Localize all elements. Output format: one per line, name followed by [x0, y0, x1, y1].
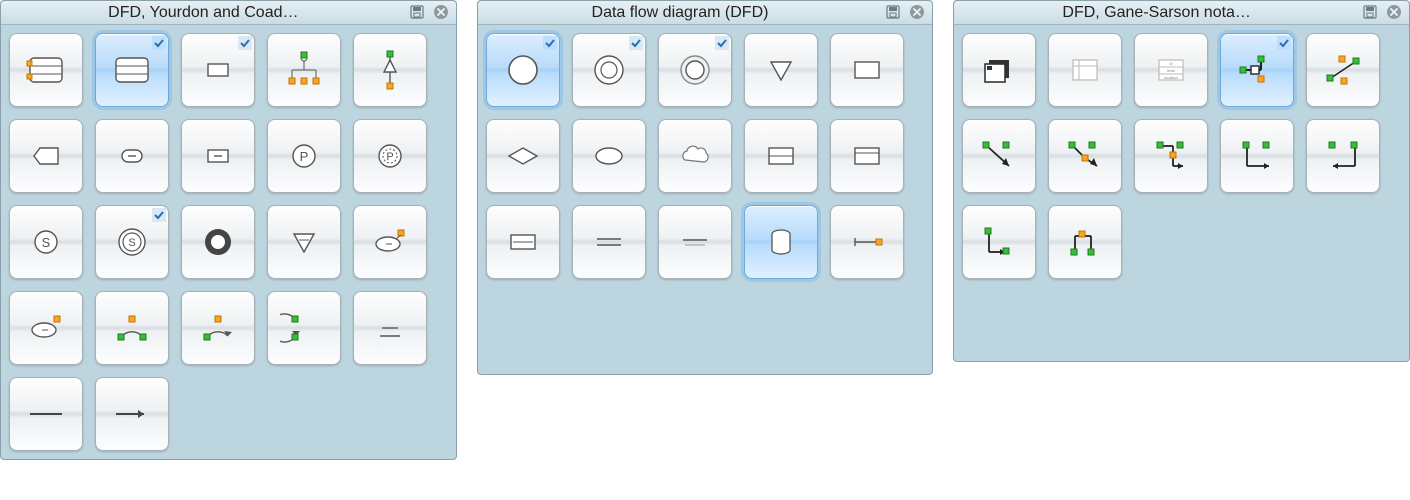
svg-text:level: level [1167, 68, 1175, 73]
double-line-button[interactable] [572, 205, 646, 279]
check-icon [1277, 36, 1291, 50]
conn-f-button[interactable] [962, 205, 1036, 279]
panel-header: DFD, Gane-Sarson nota… [954, 1, 1409, 25]
panel-header: DFD, Yourdon and Coad… [1, 1, 456, 25]
panel-title: DFD, Yourdon and Coad… [1, 4, 456, 22]
panel-yourdon-coad: DFD, Yourdon and Coad… [0, 0, 457, 460]
panel-actions [1361, 3, 1403, 21]
conn-b-button[interactable] [1048, 119, 1122, 193]
arc-handles-c-button[interactable] [267, 291, 341, 365]
conn-e-button[interactable] [1306, 119, 1380, 193]
triangle-line-shape-button[interactable] [353, 33, 427, 107]
save-icon[interactable] [884, 3, 902, 21]
panel-actions [884, 3, 926, 21]
check-icon [715, 36, 729, 50]
line-arrow-button[interactable] [95, 377, 169, 451]
panel-header: Data flow diagram (DFD) [478, 1, 933, 25]
svg-text:id: id [1170, 61, 1173, 66]
entity-3d-button[interactable] [962, 33, 1036, 107]
cloud-button[interactable] [658, 119, 732, 193]
circle-large-button[interactable] [486, 33, 560, 107]
hierarchy-shape-button[interactable] [267, 33, 341, 107]
rect-minus-button[interactable] [181, 119, 255, 193]
single-line-button[interactable] [658, 205, 732, 279]
close-icon[interactable] [1385, 3, 1403, 21]
double-line-box-button[interactable] [486, 205, 560, 279]
panel-body: id level location [954, 25, 1409, 287]
circle-s-button[interactable]: S [9, 205, 83, 279]
diamond-button[interactable] [486, 119, 560, 193]
rect-header-button[interactable] [830, 119, 904, 193]
panel-body [478, 25, 933, 287]
rect-plain-button[interactable] [830, 33, 904, 107]
line-diag-handles-button[interactable] [1306, 33, 1380, 107]
connector-angle-button[interactable] [1220, 33, 1294, 107]
ring-bold-button[interactable] [181, 205, 255, 279]
close-icon[interactable] [432, 3, 450, 21]
panel-title: DFD, Gane-Sarson nota… [954, 4, 1409, 22]
svg-text:P: P [300, 149, 309, 164]
save-icon[interactable] [408, 3, 426, 21]
circle-p-dashed-button[interactable]: P [353, 119, 427, 193]
conn-c-button[interactable] [1134, 119, 1208, 193]
save-icon[interactable] [1361, 3, 1379, 21]
conn-a-button[interactable] [962, 119, 1036, 193]
line-plain-button[interactable] [9, 377, 83, 451]
check-icon [629, 36, 643, 50]
panel-title: Data flow diagram (DFD) [478, 4, 933, 22]
entity-rect-small-button[interactable] [181, 33, 255, 107]
rounded-hex-minus-button[interactable] [95, 119, 169, 193]
check-icon [238, 36, 252, 50]
ellipse-handles2-button[interactable] [9, 291, 83, 365]
check-icon [543, 36, 557, 50]
circle-ring-button[interactable] [658, 33, 732, 107]
ellipse-plain-button[interactable] [572, 119, 646, 193]
svg-text:location: location [1164, 75, 1178, 80]
rect-split-h-button[interactable] [744, 119, 818, 193]
panel-body: P P S S [1, 25, 456, 459]
conn-g-button[interactable] [1048, 205, 1122, 279]
circle-p-button[interactable]: P [267, 119, 341, 193]
check-icon [152, 208, 166, 222]
panels-container: DFD, Yourdon and Coad… [0, 0, 1410, 460]
card-right-open-button[interactable] [1048, 33, 1122, 107]
conn-d-button[interactable] [1220, 119, 1294, 193]
check-icon [152, 36, 166, 50]
svg-text:P: P [386, 151, 393, 163]
svg-text:S: S [42, 235, 51, 250]
hexagon-open-button[interactable] [9, 119, 83, 193]
single-line-seg-button[interactable] [353, 291, 427, 365]
panel-gane-sarson: DFD, Gane-Sarson nota… id level location [953, 0, 1410, 362]
panel-dfd: Data flow diagram (DFD) [477, 0, 934, 375]
data-store-plain-button[interactable] [95, 33, 169, 107]
arc-handles-b-button[interactable] [181, 291, 255, 365]
ellipse-handles1-button[interactable] [353, 205, 427, 279]
circle-s-double-button[interactable]: S [95, 205, 169, 279]
cylinder-button[interactable] [744, 205, 818, 279]
panel-actions [408, 3, 450, 21]
svg-text:S: S [128, 237, 135, 249]
arc-handles-a-button[interactable] [95, 291, 169, 365]
circle-double-button[interactable] [572, 33, 646, 107]
close-icon[interactable] [908, 3, 926, 21]
bracket-line-button[interactable] [830, 205, 904, 279]
card-labeled-button[interactable]: id level location [1134, 33, 1208, 107]
triangle-down-button[interactable] [267, 205, 341, 279]
data-store-orange-button[interactable] [9, 33, 83, 107]
triangle-down-outline-button[interactable] [744, 33, 818, 107]
